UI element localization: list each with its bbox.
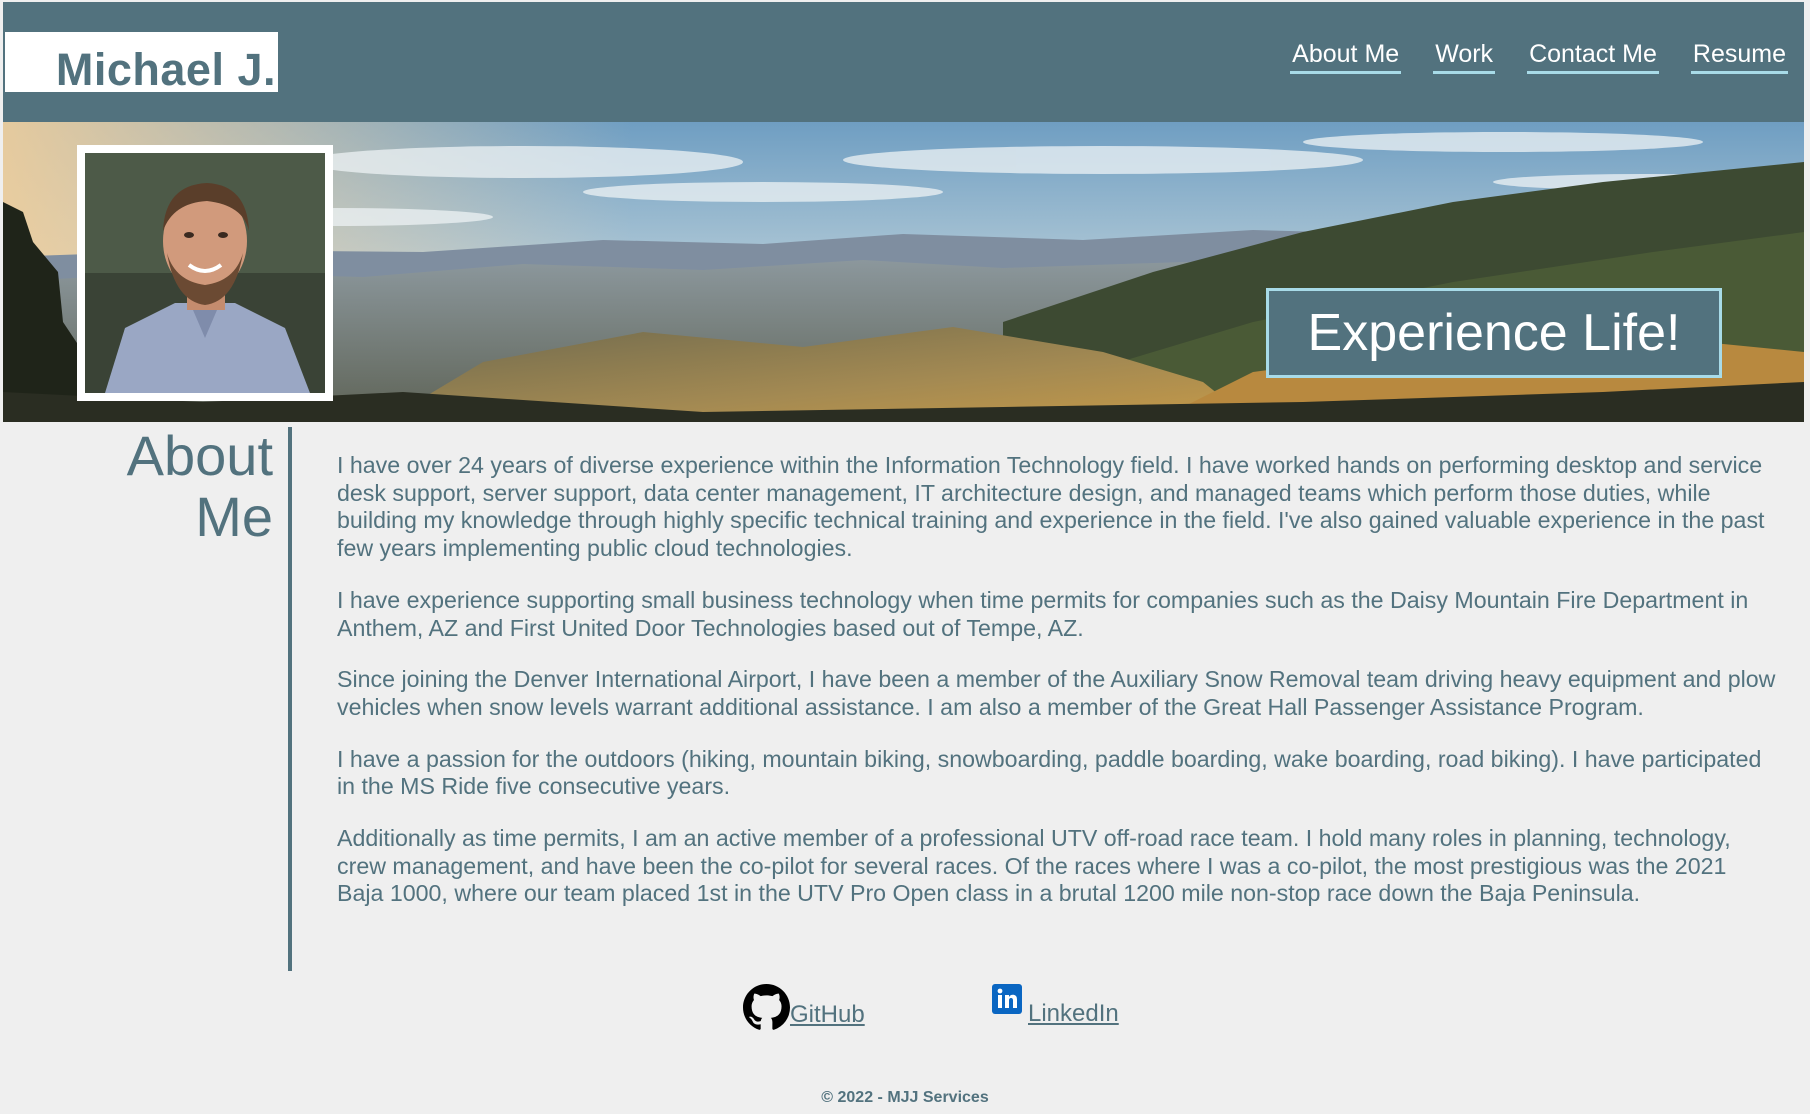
profile-photo-frame — [77, 145, 333, 401]
portrait-image — [85, 153, 325, 393]
nav-contact-me[interactable]: Contact Me — [1527, 40, 1659, 74]
about-paragraph: Additionally as time permits, I am an ac… — [337, 825, 1731, 907]
about-paragraph: I have experience supporting small busin… — [337, 586, 1749, 641]
about-paragraph: I have over 24 years of diverse experien… — [337, 452, 1765, 562]
social-links: GitHub LinkedIn — [0, 984, 1810, 1034]
hero-tagline: Experience Life! — [1266, 288, 1722, 378]
site-header: Michael J. About Me Work Contact Me Resu… — [3, 2, 1804, 122]
linkedin-label: LinkedIn — [1028, 1000, 1119, 1027]
nav-about-me[interactable]: About Me — [1290, 40, 1402, 74]
about-heading-line-1: About — [126, 424, 273, 487]
about-me-heading: About Me — [43, 425, 273, 547]
main-nav: About Me Work Contact Me Resume — [1290, 40, 1788, 74]
linkedin-icon — [992, 984, 1022, 1014]
about-heading-line-2: Me — [195, 485, 273, 548]
section-divider — [288, 427, 292, 971]
github-link[interactable]: GitHub — [743, 984, 865, 1031]
nav-resume[interactable]: Resume — [1690, 40, 1788, 74]
about-paragraph: Since joining the Denver International A… — [337, 666, 1776, 720]
logo[interactable]: Michael J. — [5, 32, 278, 95]
about-me-content: I have over 24 years of diverse experien… — [337, 452, 1777, 932]
github-icon — [743, 984, 790, 1031]
github-label: GitHub — [790, 1001, 865, 1028]
footer-copyright: © 2022 - MJJ Services — [821, 1089, 989, 1106]
profile-photo — [85, 153, 325, 393]
nav-work[interactable]: Work — [1433, 40, 1496, 74]
linkedin-link[interactable]: LinkedIn — [992, 984, 1119, 1030]
logo-text: Michael J. — [55, 44, 276, 95]
about-paragraph: I have a passion for the outdoors (hikin… — [337, 745, 1762, 800]
